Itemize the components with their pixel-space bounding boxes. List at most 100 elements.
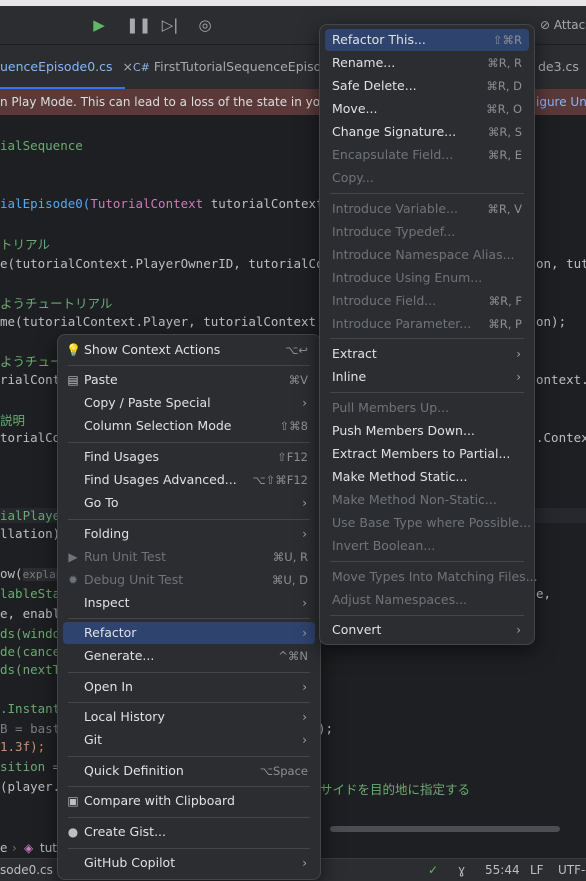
context-menu-item-git[interactable]: Git › — [63, 729, 315, 751]
chevron-right-icon: › — [302, 680, 307, 694]
context-menu-item-github-copilot[interactable]: GitHub Copilot › — [63, 852, 315, 874]
code-line: .Context — [536, 430, 586, 445]
context-menu-item-paste[interactable]: ▤ Paste ⌘V — [63, 369, 315, 391]
caret-position[interactable]: 55:44 — [485, 859, 520, 881]
refactor-menu-item-introduce-field: Introduce Field... ⌘R, F — [325, 290, 529, 312]
refactor-menu-item-safe-delete[interactable]: Safe Delete... ⌘R, D — [325, 75, 529, 97]
menu-item-label: Local History — [84, 709, 165, 724]
tab-episode0[interactable]: uenceEpisode0.cs × — [0, 45, 133, 89]
context-menu-item-go-to[interactable]: Go To › — [63, 492, 315, 514]
context-menu-item-local-history[interactable]: Local History › — [63, 706, 315, 728]
csharp-icon: C# — [133, 61, 150, 74]
refactor-menu-item-convert[interactable]: Convert › — [325, 619, 529, 641]
refactor-menu-item-inline[interactable]: Inline › — [325, 366, 529, 388]
ai-icon[interactable]: ɣ — [458, 859, 465, 881]
banner-link[interactable]: igure Unit — [536, 89, 586, 115]
refactor-menu-item-push-members-down[interactable]: Push Members Down... — [325, 420, 529, 442]
breadcrumb-item[interactable]: tut — [40, 838, 57, 858]
menu-separator — [330, 392, 524, 393]
check-icon[interactable]: ✓ — [428, 859, 438, 881]
chevron-right-icon: › — [302, 626, 307, 640]
encoding[interactable]: UTF- — [558, 859, 585, 881]
code-line: トリアル — [0, 237, 50, 252]
context-menu-item-column-selection-mode[interactable]: Column Selection Mode ⇧⌘8 — [63, 415, 315, 437]
context-menu-item-folding[interactable]: Folding › — [63, 523, 315, 545]
shortcut-hint: ⌘R, E — [487, 148, 522, 162]
refactor-menu-item-introduce-parameter: Introduce Parameter... ⌘R, P — [325, 313, 529, 335]
refactor-submenu: Refactor This... ⇧⌘R Rename... ⌘R, R Safe De… — [319, 24, 538, 645]
attach-to-unity-button[interactable]: ⊘ Attac — [540, 16, 585, 34]
pause-icon[interactable]: ❚❚ — [126, 16, 151, 34]
menu-item-label: Quick Definition — [84, 763, 184, 778]
context-menu-item-find-usages-advanced[interactable]: Find Usages Advanced... ⌥⇧⌘F12 — [63, 469, 315, 491]
code-line: 説明 — [0, 413, 26, 428]
context-menu-item-show-context-actions[interactable]: 💡 Show Context Actions ⌥↩ — [63, 339, 315, 361]
status-file[interactable]: sode0.cs — [0, 859, 53, 881]
refactor-menu-item-introduce-variable: Introduce Variable... ⌘R, V — [325, 198, 529, 220]
horizontal-scrollbar[interactable] — [330, 826, 560, 832]
context-menu-item-create-gist[interactable]: ● Create Gist... — [63, 821, 315, 843]
context-menu-item-quick-definition[interactable]: Quick Definition ⌥Space — [63, 760, 315, 782]
menu-item-label: Open In — [84, 679, 133, 694]
chevron-right-icon: › — [516, 623, 521, 637]
context-menu-item-open-in[interactable]: Open In › — [63, 676, 315, 698]
refactor-menu-item-extract-members-to-partial[interactable]: Extract Members to Partial... — [325, 443, 529, 465]
shortcut-hint: ⇧⌘8 — [279, 419, 308, 433]
chevron-right-icon: › — [516, 370, 521, 384]
tab-episode2[interactable]: C# FirstTutorialSequenceEpisode2 — [133, 45, 345, 89]
run-icon[interactable]: ▶ — [90, 16, 108, 34]
editor-context-menu: 💡 Show Context Actions ⌥↩ ▤ Paste ⌘V Copy / Pa… — [57, 334, 321, 880]
menu-item-label: Copy / Paste Special — [84, 395, 211, 410]
context-menu-item-inspect[interactable]: Inspect › — [63, 592, 315, 614]
menu-separator — [68, 756, 310, 757]
code-line: 1.3f); — [0, 739, 46, 754]
refactor-menu-item-rename[interactable]: Rename... ⌘R, R — [325, 52, 529, 74]
shortcut-hint: ⌘R, O — [486, 102, 522, 116]
code-line: de(cance — [0, 644, 61, 659]
menu-item-label: Go To — [84, 495, 119, 510]
shortcut-hint: ⌘R, S — [487, 125, 522, 139]
menu-separator — [68, 519, 310, 520]
context-menu-item-refactor[interactable]: Refactor › — [63, 622, 315, 644]
refactor-menu-item-make-method-static[interactable]: Make Method Static... — [325, 466, 529, 488]
chevron-right-icon: › — [302, 496, 307, 510]
menu-item-label: Debug Unit Test — [84, 572, 184, 587]
shortcut-hint: ⌘R, R — [487, 56, 522, 70]
shortcut-hint: ⌘R, D — [486, 79, 522, 93]
tab-episode3[interactable]: de3.cs — [538, 45, 579, 89]
menu-item-label: Invert Boolean... — [332, 538, 436, 553]
menu-item-label: Make Method Static... — [332, 469, 468, 484]
menu-item-label: Compare with Clipboard — [84, 793, 235, 808]
menu-item-label: Introduce Field... — [332, 293, 437, 308]
line-ending[interactable]: LF — [530, 859, 544, 881]
breadcrumb-item[interactable]: e — [0, 838, 7, 858]
refactor-menu-item-change-signature[interactable]: Change Signature... ⌘R, S — [325, 121, 529, 143]
menu-item-label: Generate... — [84, 648, 155, 663]
refactor-menu-item-extract[interactable]: Extract › — [325, 343, 529, 365]
menu-item-label: Find Usages — [84, 449, 160, 464]
refactor-menu-item-move[interactable]: Move... ⌘R, O — [325, 98, 529, 120]
menu-item-label: Inline — [332, 369, 367, 384]
context-menu-item-copy-paste-special[interactable]: Copy / Paste Special › — [63, 392, 315, 414]
chevron-right-icon: › — [302, 733, 307, 747]
context-menu-item-compare-with-clipboard[interactable]: ▣ Compare with Clipboard — [63, 790, 315, 812]
code-line: サイドを目的地に指定する — [320, 782, 471, 797]
menu-separator — [330, 561, 524, 562]
refactor-menu-item-refactor-this[interactable]: Refactor This... ⇧⌘R — [325, 29, 529, 51]
menu-item-label: Encapsulate Field... — [332, 147, 454, 162]
unity-icon[interactable]: ◎ — [196, 16, 214, 34]
refactor-menu-item-pull-members-up: Pull Members Up... — [325, 397, 529, 419]
code-line: me(tutorialContext.Player, tutorialConte… — [0, 314, 347, 329]
context-menu-item-generate[interactable]: Generate... ^⌘N — [63, 645, 315, 667]
close-tab-icon[interactable]: × — [122, 59, 132, 74]
menu-item-label: Push Members Down... — [332, 423, 475, 438]
menu-item-label: Make Method Non-Static... — [332, 492, 497, 507]
shortcut-hint: ⌘U, D — [271, 573, 308, 587]
refactor-menu-item-introduce-using-enum: Introduce Using Enum... — [325, 267, 529, 289]
menu-item-label: Convert — [332, 622, 382, 637]
shortcut-hint: ⌥⇧⌘F12 — [252, 473, 308, 487]
chevron-right-icon: › — [302, 527, 307, 541]
context-menu-item-find-usages[interactable]: Find Usages ⇧F12 — [63, 446, 315, 468]
step-icon[interactable]: ▷| — [161, 16, 179, 34]
refactor-menu-item-encapsulate-field: Encapsulate Field... ⌘R, E — [325, 144, 529, 166]
